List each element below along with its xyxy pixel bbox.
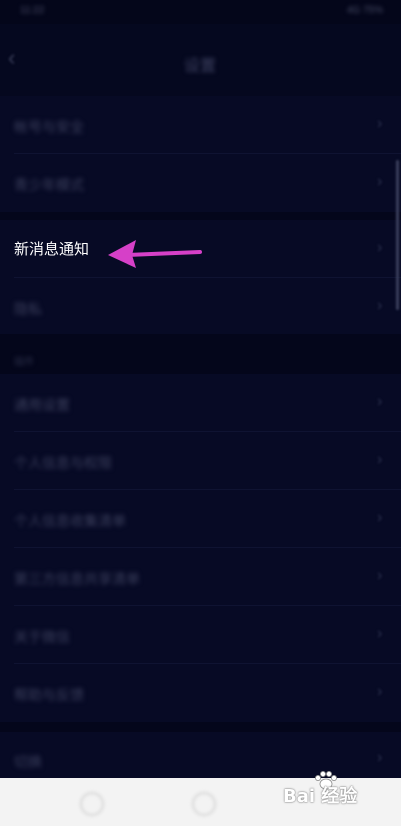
- row-label: 第三方信息共享清单: [14, 571, 140, 587]
- settings-row-third-party[interactable]: 第三方信息共享清单 ›: [0, 548, 401, 606]
- chevron-right-icon: ›: [377, 683, 383, 700]
- settings-row-switch-account[interactable]: 切换 ›: [0, 732, 401, 778]
- nav-home-icon[interactable]: [192, 792, 216, 816]
- chevron-right-icon: ›: [377, 115, 383, 132]
- chevron-right-icon: ›: [377, 749, 383, 766]
- status-time: 11:22: [20, 5, 45, 16]
- watermark: Bai 经验: [283, 771, 375, 808]
- row-label: 个人信息与权限: [14, 455, 112, 471]
- chevron-right-icon: ›: [377, 567, 383, 584]
- chevron-left-icon[interactable]: ‹: [8, 46, 32, 70]
- settings-row-storage[interactable]: 个人信息收集清单 ›: [0, 490, 401, 548]
- settings-group-switch: 切换 ›: [0, 732, 401, 778]
- row-label-new-message-notify: 新消息通知: [14, 240, 90, 258]
- chevron-right-icon: ›: [377, 297, 383, 314]
- settings-row-account-security[interactable]: 帐号与安全 ›: [0, 96, 401, 154]
- status-bar: 11:22 4G 75%: [0, 0, 401, 24]
- section-header: 插件: [14, 357, 34, 368]
- nav-back-icon[interactable]: [80, 792, 104, 816]
- annotation-arrow-icon: [108, 240, 202, 268]
- settings-group-general: 通用设置 › 个人信息与权限 › 个人信息收集清单 › 第三方信息共享清单 › …: [0, 374, 401, 722]
- section-gap: [0, 334, 401, 374]
- row-label: 切换: [14, 754, 42, 770]
- chevron-right-icon: ›: [377, 239, 383, 256]
- row-label: 青少年模式: [14, 177, 84, 193]
- settings-row-about[interactable]: 关于微信 ›: [0, 606, 401, 664]
- row-label: 关于微信: [14, 629, 70, 645]
- row-label: 通用设置: [14, 397, 70, 413]
- status-indicators: 4G 75%: [346, 5, 383, 16]
- chevron-right-icon: ›: [377, 393, 383, 410]
- settings-row-general[interactable]: 通用设置 ›: [0, 374, 401, 432]
- row-label: 帐号与安全: [14, 119, 84, 135]
- section-gap: [0, 212, 401, 220]
- chevron-right-icon: ›: [377, 451, 383, 468]
- settings-row-wechat-auth[interactable]: 个人信息与权限 ›: [0, 432, 401, 490]
- settings-row-help[interactable]: 帮助与反馈 ›: [0, 664, 401, 722]
- section-gap: [0, 722, 401, 732]
- settings-row-youth-mode[interactable]: 青少年模式 ›: [0, 154, 401, 212]
- chevron-right-icon: ›: [377, 173, 383, 190]
- watermark-text: Bai 经验: [283, 786, 358, 807]
- chevron-right-icon: ›: [377, 625, 383, 642]
- page-title: 设置: [183, 58, 216, 75]
- settings-group-account: 帐号与安全 › 青少年模式 ›: [0, 96, 401, 212]
- title-bar: ‹ 设置: [0, 24, 401, 96]
- row-label: 个人信息收集清单: [14, 513, 126, 529]
- scrollbar-thumb[interactable]: [396, 160, 399, 310]
- chevron-right-icon: ›: [377, 509, 383, 526]
- row-label: 隐私: [14, 301, 42, 317]
- row-label: 帮助与反馈: [14, 687, 84, 703]
- settings-row-privacy[interactable]: 隐私 ›: [0, 278, 401, 336]
